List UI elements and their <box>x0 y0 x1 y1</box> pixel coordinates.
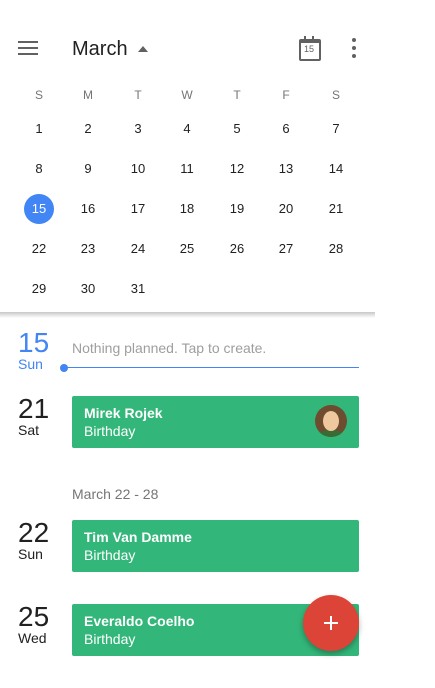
today-icon-day: 15 <box>303 44 314 54</box>
app-header: March 15 <box>0 0 375 80</box>
agenda-weekday: Sat <box>18 422 40 438</box>
day-cell[interactable]: 14 <box>321 154 351 184</box>
day-cell[interactable]: 11 <box>172 154 202 184</box>
background-strip <box>375 0 435 688</box>
agenda-day-number: 22 <box>18 517 50 548</box>
event-card[interactable]: Mirek Rojek Birthday <box>72 396 359 448</box>
day-cell[interactable]: 10 <box>123 154 153 184</box>
weekday-header: S <box>34 88 43 102</box>
empty-day-create-prompt[interactable]: Nothing planned. Tap to create. <box>72 340 266 356</box>
agenda-date: 22 Sun <box>18 517 58 563</box>
avatar <box>315 405 347 437</box>
day-cell[interactable]: 27 <box>271 234 301 264</box>
agenda-weekday: Sun <box>18 546 43 562</box>
day-cell-selected[interactable]: 15 <box>24 194 54 224</box>
event-card[interactable]: Tim Van Damme Birthday <box>72 520 359 572</box>
weekday-header: T <box>233 88 241 102</box>
day-cell[interactable]: 5 <box>222 114 252 144</box>
menu-icon[interactable] <box>16 36 40 60</box>
agenda-day-number: 25 <box>18 601 50 632</box>
event-title: Mirek Rojek <box>84 405 163 421</box>
more-vert-icon[interactable] <box>346 38 362 58</box>
calendar-today-icon[interactable]: 15 <box>298 36 321 61</box>
day-cell[interactable]: 8 <box>24 154 54 184</box>
agenda-weekday: Wed <box>18 630 47 646</box>
day-cell[interactable]: 26 <box>222 234 252 264</box>
agenda-day-number: 15 <box>18 327 50 358</box>
weekday-header: T <box>134 88 142 102</box>
agenda-date: 25 Wed <box>18 601 58 647</box>
day-cell[interactable]: 13 <box>271 154 301 184</box>
day-cell[interactable]: 2 <box>73 114 103 144</box>
calendar-app: March 15 S M T W T F S 1 2 3 4 5 6 7 8 9… <box>0 0 375 688</box>
add-event-button[interactable] <box>303 595 359 651</box>
weekday-header: W <box>181 88 193 102</box>
day-cell[interactable]: 19 <box>222 194 252 224</box>
day-cell[interactable]: 20 <box>271 194 301 224</box>
event-title: Tim Van Damme <box>84 529 192 545</box>
current-time-line <box>64 367 359 368</box>
day-cell[interactable]: 28 <box>321 234 351 264</box>
day-cell[interactable]: 23 <box>73 234 103 264</box>
day-cell[interactable]: 18 <box>172 194 202 224</box>
agenda-date-today: 15 Sun <box>18 327 58 373</box>
month-title: March <box>72 37 128 60</box>
weekday-header: M <box>83 88 93 102</box>
day-cell[interactable]: 12 <box>222 154 252 184</box>
day-cell[interactable]: 31 <box>123 274 153 304</box>
month-grid: S M T W T F S 1 2 3 4 5 6 7 8 9 10 11 12… <box>0 80 375 312</box>
day-cell[interactable]: 16 <box>73 194 103 224</box>
agenda-weekday: Sun <box>18 356 43 372</box>
day-cell[interactable]: 7 <box>321 114 351 144</box>
day-cell[interactable]: 3 <box>123 114 153 144</box>
event-subtitle: Birthday <box>84 423 136 439</box>
agenda-day-number: 21 <box>18 393 50 424</box>
day-cell[interactable]: 29 <box>24 274 54 304</box>
agenda-date: 21 Sat <box>18 393 58 439</box>
day-cell[interactable]: 24 <box>123 234 153 264</box>
day-cell[interactable]: 25 <box>172 234 202 264</box>
day-cell[interactable]: 21 <box>321 194 351 224</box>
month-selector[interactable]: March <box>72 35 148 63</box>
day-cell[interactable]: 17 <box>123 194 153 224</box>
weekday-header: S <box>331 88 340 102</box>
day-cell[interactable]: 1 <box>24 114 54 144</box>
day-cell[interactable]: 22 <box>24 234 54 264</box>
event-subtitle: Birthday <box>84 547 136 563</box>
week-range-label: March 22 - 28 <box>72 486 159 502</box>
day-cell[interactable]: 4 <box>172 114 202 144</box>
day-cell[interactable]: 9 <box>73 154 103 184</box>
weekday-header: F <box>282 88 290 102</box>
current-time-dot <box>60 364 68 372</box>
caret-up-icon <box>137 46 148 52</box>
day-cell[interactable]: 6 <box>271 114 301 144</box>
day-cell[interactable]: 30 <box>73 274 103 304</box>
